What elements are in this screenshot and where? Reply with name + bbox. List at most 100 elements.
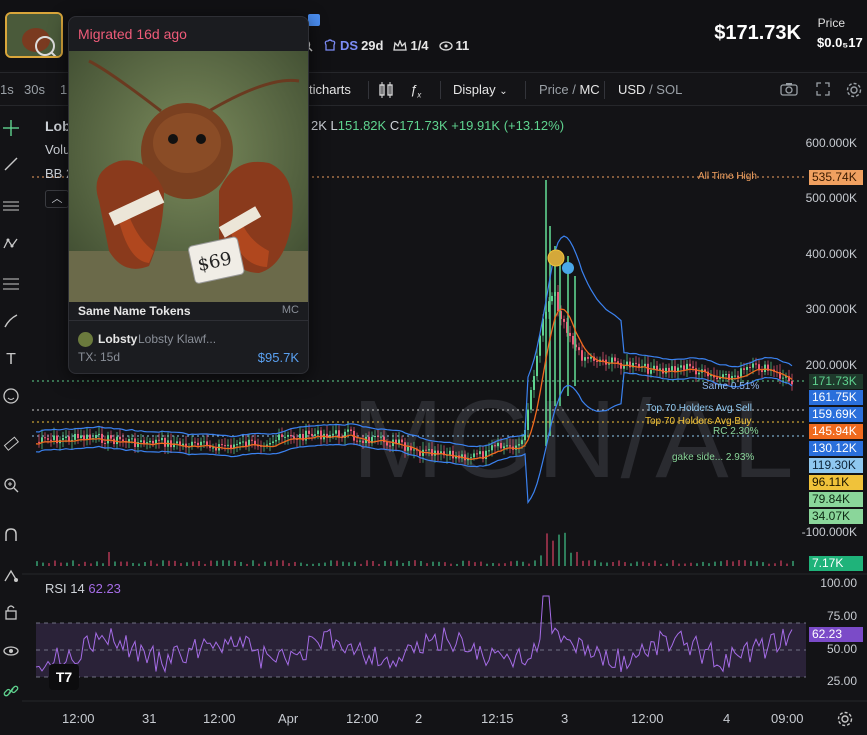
crosshair-icon[interactable] xyxy=(0,120,22,142)
token-hover-popup: Migrated 16d ago $69 Same Name Tokens MC… xyxy=(68,16,309,374)
gear-icon[interactable] xyxy=(846,82,862,101)
emoji-icon[interactable] xyxy=(0,388,22,410)
volume-bar xyxy=(228,560,230,566)
camera-icon[interactable] xyxy=(780,82,798,99)
same-annotation: Same 0.51% xyxy=(702,381,760,392)
candle-body xyxy=(164,437,166,447)
candle-body xyxy=(131,438,133,440)
volume-bar xyxy=(774,563,776,566)
candle-body xyxy=(782,377,784,379)
ath-annotation: All Time High xyxy=(698,171,757,182)
volume-bar xyxy=(390,561,392,566)
brush-icon[interactable] xyxy=(0,313,22,335)
candle-body xyxy=(428,449,430,451)
fullscreen-icon[interactable] xyxy=(816,82,830,99)
volume-bar xyxy=(480,561,482,566)
volume-bar xyxy=(498,563,500,566)
volume-bar xyxy=(720,561,722,566)
indicators-icon[interactable]: ƒx xyxy=(410,82,421,100)
horizontal-lines-icon[interactable] xyxy=(0,198,22,220)
visibility-icon[interactable] xyxy=(0,643,22,665)
interval-1s[interactable]: 1s xyxy=(0,82,14,97)
ohlc-close-label: C xyxy=(389,118,400,133)
fib-icon[interactable] xyxy=(0,276,22,298)
candle-body xyxy=(98,433,100,435)
candle-body xyxy=(407,446,409,451)
price-tag: 96.11K xyxy=(809,475,863,490)
text-tool-icon[interactable]: T xyxy=(0,349,22,371)
candle-body xyxy=(590,356,592,359)
interval-30s[interactable]: 30s xyxy=(24,82,45,97)
rsi-axis-label: 50.00 xyxy=(826,642,857,656)
candle-body xyxy=(737,375,739,378)
volume-bar xyxy=(306,563,308,566)
display-dropdown[interactable]: Display ⌄ xyxy=(453,82,508,97)
volume-bar xyxy=(54,560,56,566)
volume-bar xyxy=(120,561,122,566)
volume-bar xyxy=(144,562,146,566)
volume-bar xyxy=(534,560,536,566)
token-name[interactable]: Lobsty xyxy=(98,332,137,346)
toolbar-divider xyxy=(604,81,605,99)
candle-body xyxy=(347,429,349,432)
compare-icon[interactable] xyxy=(378,82,394,101)
lock-icon[interactable] xyxy=(0,604,22,626)
volume-bar xyxy=(516,560,518,566)
ds-label: DS xyxy=(340,38,359,53)
rsi-axis-label: 25.00 xyxy=(826,674,857,688)
same-name-mc-header: MC xyxy=(281,304,299,316)
ruler-icon[interactable] xyxy=(0,436,22,458)
price-tag: 34.07K xyxy=(809,509,863,524)
time-axis-label: 12:00 xyxy=(346,711,379,726)
collapse-indicators-button[interactable]: ︿ xyxy=(45,190,69,208)
lock-drawing-icon[interactable] xyxy=(0,567,22,589)
candle-body xyxy=(269,442,271,445)
trendline-icon[interactable] xyxy=(0,156,22,178)
candle-body xyxy=(746,366,748,370)
bollinger-lower-line xyxy=(35,372,793,505)
candle-body xyxy=(158,439,160,441)
candle-body xyxy=(122,439,124,442)
usd-sol-toggle[interactable]: USD / SOL xyxy=(618,82,682,97)
candle-body xyxy=(398,439,400,444)
token-mc: $95.7K xyxy=(257,350,299,365)
volume-bar xyxy=(366,560,368,566)
candle-body xyxy=(290,434,292,437)
volume-bar xyxy=(168,560,170,566)
candle-body xyxy=(530,389,532,410)
same-name-title: Same Name Tokens xyxy=(78,304,191,318)
watchers-value: 11 xyxy=(455,38,470,53)
time-axis-label: Apr xyxy=(278,711,299,726)
volume-bar xyxy=(258,563,260,566)
link-icon[interactable] xyxy=(0,683,22,705)
pattern-icon[interactable] xyxy=(0,236,22,258)
candle-body xyxy=(308,430,310,434)
candle-body xyxy=(401,439,403,443)
candle-body xyxy=(44,437,46,439)
magnet-icon[interactable] xyxy=(0,527,22,549)
candle-body xyxy=(317,430,319,435)
candle-body xyxy=(389,445,391,447)
tradingview-logo[interactable]: T7 xyxy=(49,664,79,690)
volume-bar xyxy=(90,563,92,566)
volume-bar xyxy=(72,560,74,566)
volume-bar xyxy=(474,562,476,566)
candle-body xyxy=(569,332,571,336)
token-thumbnail[interactable] xyxy=(5,12,63,58)
ohlc-low-label: L xyxy=(330,118,338,133)
zoom-in-icon[interactable] xyxy=(0,477,22,499)
candle-body xyxy=(377,435,379,437)
mc-toggle-label: MC xyxy=(579,82,600,97)
volume-bar xyxy=(648,562,650,566)
price-mc-toggle[interactable]: Price / MC xyxy=(539,82,600,97)
candle-body xyxy=(110,435,112,439)
volume-bar xyxy=(666,563,668,566)
volume-bar xyxy=(240,561,242,566)
volume-bar xyxy=(342,561,344,566)
interval-1m[interactable]: 1 xyxy=(60,82,67,97)
chart-settings-icon[interactable] xyxy=(837,711,853,732)
volume-bar xyxy=(552,540,554,566)
volume-bar xyxy=(762,562,764,566)
candle-body xyxy=(488,450,490,452)
tradingview-charts-button[interactable]: ticharts xyxy=(309,82,351,97)
